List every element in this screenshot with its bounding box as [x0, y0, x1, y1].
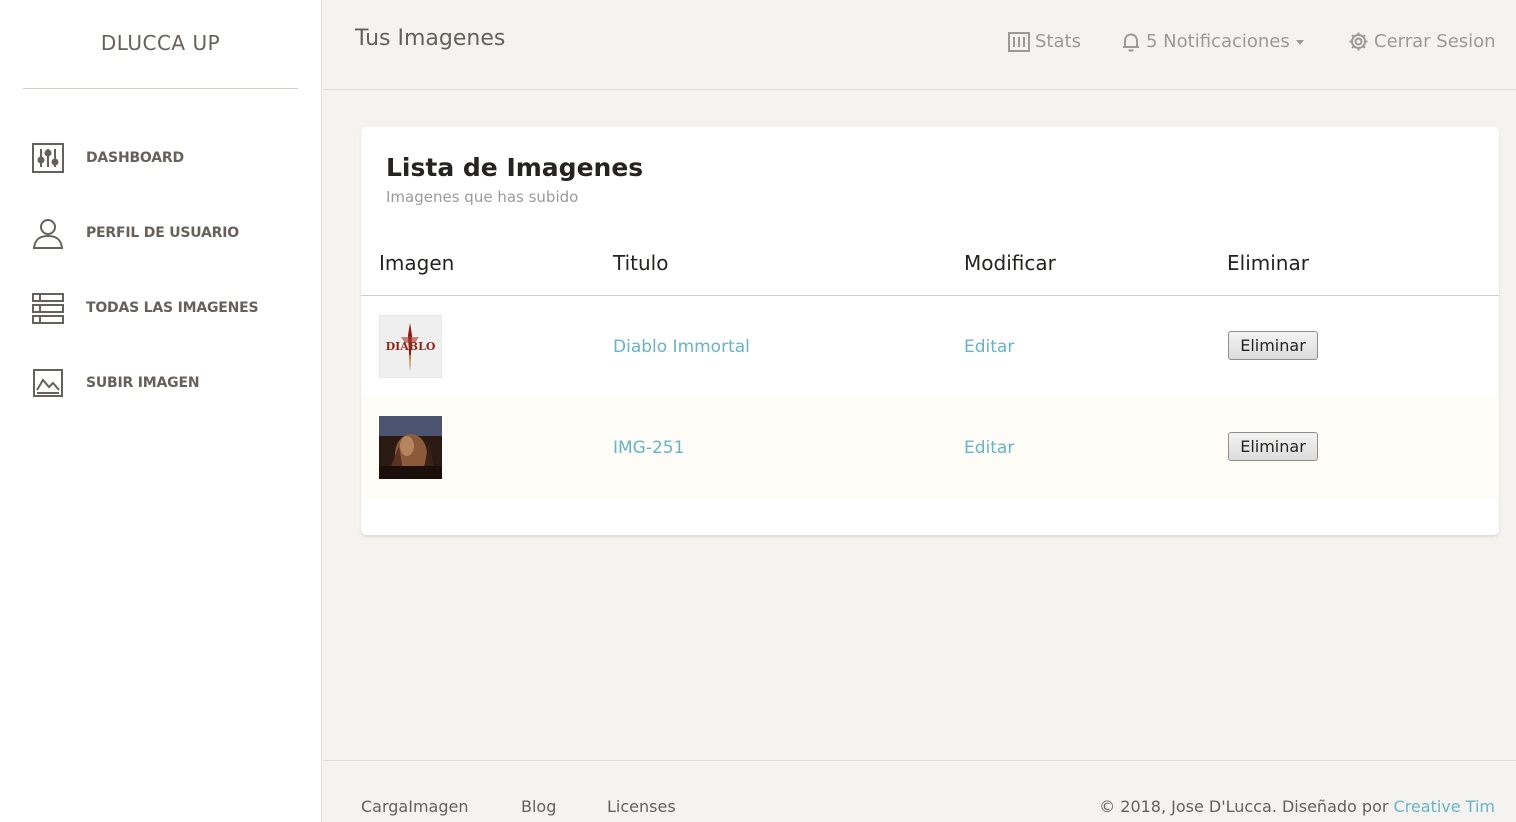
image-icon	[31, 366, 65, 400]
gear-icon	[1349, 32, 1368, 51]
notifications-label: 5 Notificaciones	[1146, 31, 1290, 52]
copyright-prefix: © 2018, Jose D'Lucca. Diseñado por	[1099, 797, 1394, 816]
table-row: DIABLO Diablo Immortal Editar Eliminar	[361, 296, 1499, 397]
sidebar-item-label: TODAS LAS IMAGENES	[86, 299, 259, 316]
card-subtitle: Imagenes que has subido	[386, 188, 579, 206]
svg-text:DIABLO: DIABLO	[386, 340, 436, 353]
logout-label: Cerrar Sesion	[1374, 31, 1496, 52]
sidebar-item-user-profile[interactable]: PERFIL DE USUARIO	[0, 195, 322, 270]
page-title: Tus Imagenes	[355, 26, 506, 51]
stats-icon	[1008, 31, 1030, 52]
sidebar-item-all-images[interactable]: TODAS LAS IMAGENES	[0, 270, 322, 345]
sliders-icon	[31, 141, 65, 175]
sidebar-nav: DASHBOARD PERFIL DE USUARIO TODAS LAS IM…	[0, 120, 322, 420]
brand-logo[interactable]: DLUCCA UP	[23, 0, 298, 89]
stats-label: Stats	[1035, 31, 1081, 52]
footer-link-cargaimagen[interactable]: CargaImagen	[361, 797, 468, 816]
sidebar-item-label: DASHBOARD	[86, 149, 184, 166]
edit-link[interactable]: Editar	[964, 438, 1014, 458]
column-header-delete: Eliminar	[1227, 251, 1309, 275]
edit-link[interactable]: Editar	[964, 337, 1014, 357]
list-icon	[31, 291, 65, 325]
chevron-down-icon	[1295, 40, 1304, 45]
sidebar: DLUCCA UP DASHBOARD PERFIL DE USUARIO TO…	[0, 0, 322, 822]
delete-button[interactable]: Eliminar	[1228, 331, 1318, 360]
sidebar-item-upload-image[interactable]: SUBIR IMAGEN	[0, 345, 322, 420]
images-card: Lista de Imagenes Imagenes que has subid…	[361, 127, 1499, 535]
logout-link[interactable]: Cerrar Sesion	[1348, 31, 1496, 52]
column-header-modify: Modificar	[964, 251, 1056, 275]
card-title: Lista de Imagenes	[386, 153, 644, 182]
bell-icon	[1123, 32, 1139, 52]
diablo-logo-thumbnail: DIABLO	[379, 315, 442, 378]
footer-link-blog[interactable]: Blog	[521, 797, 556, 816]
user-icon	[31, 216, 65, 250]
sidebar-item-dashboard[interactable]: DASHBOARD	[0, 120, 322, 195]
column-header-title: Titulo	[613, 251, 669, 275]
footer: CargaImagen Blog Licenses © 2018, Jose D…	[323, 760, 1516, 822]
column-header-image: Imagen	[379, 251, 455, 275]
photo-thumbnail	[379, 416, 442, 479]
image-title-link[interactable]: Diablo Immortal	[613, 337, 750, 357]
delete-button[interactable]: Eliminar	[1228, 432, 1318, 461]
footer-link-licenses[interactable]: Licenses	[607, 797, 676, 816]
sidebar-item-label: SUBIR IMAGEN	[86, 374, 200, 391]
sidebar-item-label: PERFIL DE USUARIO	[86, 224, 239, 241]
creative-tim-link[interactable]: Creative Tim	[1394, 797, 1495, 816]
top-navbar: Tus Imagenes Stats 5 Notificaciones Cerr…	[323, 0, 1516, 90]
copyright-text: © 2018, Jose D'Lucca. Diseñado por Creat…	[1099, 797, 1495, 816]
table-row: IMG-251 Editar Eliminar	[361, 397, 1499, 498]
stats-link[interactable]: Stats	[1008, 31, 1081, 52]
notifications-dropdown[interactable]: 5 Notificaciones	[1121, 31, 1304, 52]
image-title-link[interactable]: IMG-251	[613, 438, 684, 458]
